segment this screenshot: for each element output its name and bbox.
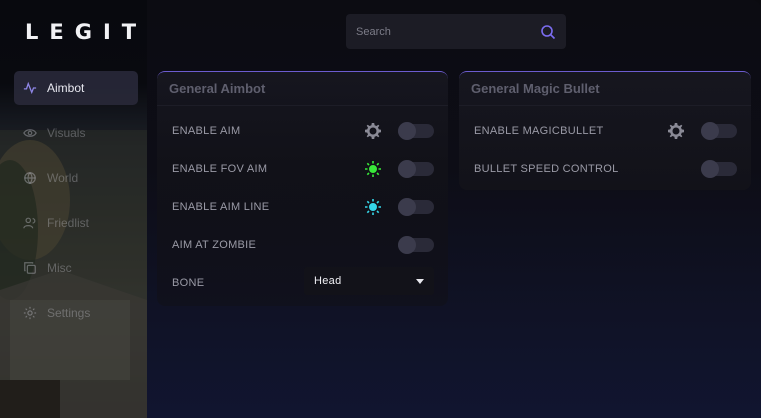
general-aimbot-panel: General Aimbot ENABLE AIM ENABLE FOV AIM… xyxy=(157,71,448,306)
setting-label: BULLET SPEED CONTROL xyxy=(474,163,619,175)
toggle-switch[interactable] xyxy=(398,160,434,178)
app-logo: LEGIT xyxy=(25,20,147,44)
sidebar-item-misc[interactable]: Misc xyxy=(14,251,138,285)
gear-icon[interactable] xyxy=(667,122,685,140)
setting-row-enable-aim-line: ENABLE AIM LINE xyxy=(172,195,434,219)
bone-select[interactable]: Head xyxy=(304,267,434,295)
toggle-switch[interactable] xyxy=(701,122,737,140)
panel-title: General Aimbot xyxy=(157,72,448,106)
settings-icon xyxy=(22,305,38,321)
sidebar-item-world[interactable]: World xyxy=(14,161,138,195)
toggle-switch[interactable] xyxy=(398,198,434,216)
setting-label: ENABLE FOV AIM xyxy=(172,163,268,175)
sidebar-item-settings[interactable]: Settings xyxy=(14,296,138,330)
search-box[interactable] xyxy=(346,14,566,49)
toggle-knob xyxy=(398,236,416,254)
sidebar-item-label: Visuals xyxy=(47,126,86,140)
color-sun-icon[interactable] xyxy=(364,160,382,178)
toggle-knob xyxy=(398,198,416,216)
sidebar-item-friedlist[interactable]: Friedlist xyxy=(14,206,138,240)
search-icon[interactable] xyxy=(540,24,556,40)
toggle-knob xyxy=(701,122,719,140)
setting-label: ENABLE MAGICBULLET xyxy=(474,125,604,137)
toggle-switch[interactable] xyxy=(398,122,434,140)
globe-icon xyxy=(22,170,38,186)
setting-label: ENABLE AIM xyxy=(172,125,241,137)
panel-title: General Magic Bullet xyxy=(459,72,751,106)
color-sun-icon[interactable] xyxy=(364,198,382,216)
users-icon xyxy=(22,215,38,231)
sidebar: LEGIT Aimbot Visuals World Friedlist Mis… xyxy=(0,0,147,418)
toggle-knob xyxy=(701,160,719,178)
setting-label: ENABLE AIM LINE xyxy=(172,201,270,213)
setting-row-bullet-speed-control: BULLET SPEED CONTROL xyxy=(474,157,737,181)
sidebar-item-label: World xyxy=(47,171,79,185)
activity-icon xyxy=(22,80,38,96)
sidebar-item-label: Settings xyxy=(47,306,91,320)
chevron-down-icon xyxy=(416,278,424,284)
gear-icon[interactable] xyxy=(364,122,382,140)
general-magic-bullet-panel: General Magic Bullet ENABLE MAGICBULLET … xyxy=(459,71,751,190)
setting-row-bone: BONE Head xyxy=(172,267,434,295)
search-input[interactable] xyxy=(356,25,540,38)
main-content: General Aimbot ENABLE AIM ENABLE FOV AIM… xyxy=(147,0,761,418)
sidebar-nav: Aimbot Visuals World Friedlist Misc Sett… xyxy=(14,71,138,341)
setting-row-enable-fov-aim: ENABLE FOV AIM xyxy=(172,157,434,181)
setting-row-enable-magicbullet: ENABLE MAGICBULLET xyxy=(474,119,737,143)
sidebar-item-label: Aimbot xyxy=(47,81,85,95)
setting-label: AIM AT ZOMBIE xyxy=(172,239,257,251)
bone-select-value: Head xyxy=(314,275,342,287)
sidebar-item-label: Misc xyxy=(47,261,72,275)
toggle-switch[interactable] xyxy=(398,236,434,254)
eye-icon xyxy=(22,125,38,141)
toggle-knob xyxy=(398,122,416,140)
toggle-knob xyxy=(398,160,416,178)
sidebar-item-label: Friedlist xyxy=(47,216,90,230)
copy-icon xyxy=(22,260,38,276)
setting-row-aim-at-zombie: AIM AT ZOMBIE xyxy=(172,233,434,257)
toggle-switch[interactable] xyxy=(701,160,737,178)
sidebar-item-aimbot[interactable]: Aimbot xyxy=(14,71,138,105)
sidebar-item-visuals[interactable]: Visuals xyxy=(14,116,138,150)
cheat-menu-window: LEGIT Aimbot Visuals World Friedlist Mis… xyxy=(0,0,761,418)
setting-row-enable-aim: ENABLE AIM xyxy=(172,119,434,143)
